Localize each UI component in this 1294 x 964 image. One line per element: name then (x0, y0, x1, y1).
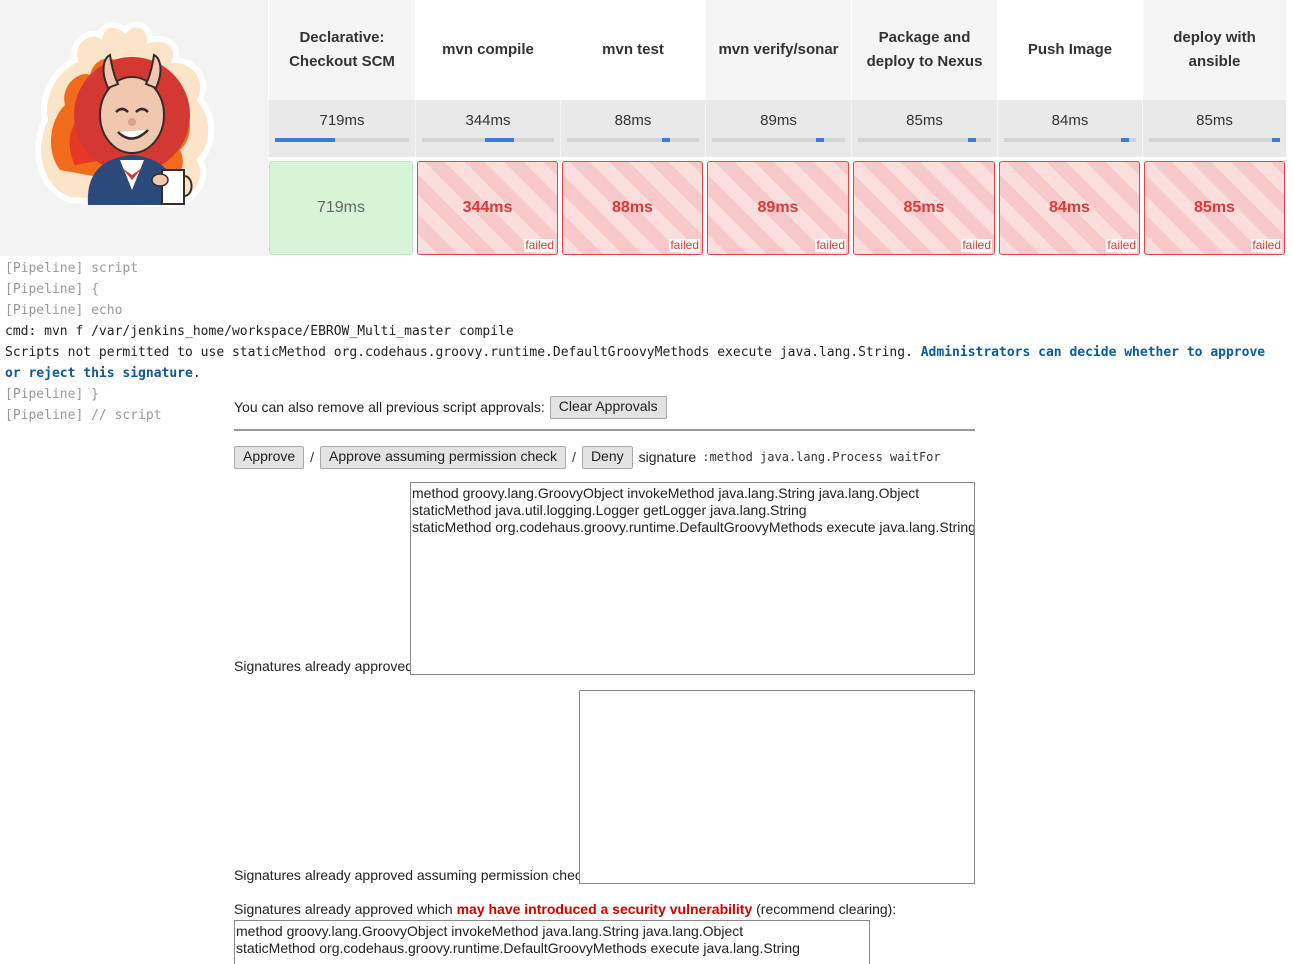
cell-duration: 84ms (1049, 199, 1090, 216)
console-line: [Pipeline] echo (5, 303, 123, 318)
duration-bar-fill (485, 138, 515, 142)
stage-duration-4: 85ms (851, 100, 997, 157)
stage-duration-6: 85ms (1142, 100, 1286, 157)
stage-duration-2: 88ms (560, 100, 705, 157)
duration-bar-fill (275, 138, 336, 142)
console-line: [Pipeline] { (5, 282, 99, 297)
duration-text: 719ms (319, 112, 365, 129)
duration-bar-fill (1121, 138, 1130, 142)
stage-cell-checkout-scm[interactable]: 719ms (269, 161, 413, 255)
duration-bar-fill (815, 138, 824, 142)
stage-duration-5: 84ms (997, 100, 1142, 157)
stage-header-package-nexus[interactable]: Package and deploy to Nexus (851, 0, 997, 100)
approved-label: Signatures already approved: (234, 658, 417, 674)
jenkins-devil-logo-icon (35, 21, 215, 209)
stage-cell-package-nexus[interactable]: 85ms failed (853, 161, 995, 255)
vuln-suffix: (recommend clearing): (752, 901, 897, 917)
error-end: . (192, 366, 201, 381)
console-cmd-line: cmd: mvn f /var/jenkins_home/workspace/E… (5, 324, 514, 339)
console-error: Scripts not permitted to use staticMetho… (5, 342, 1285, 384)
stage-name: mvn compile (442, 41, 534, 58)
stage-cell-push-image[interactable]: 84ms failed (999, 161, 1140, 255)
duration-bar-fill (662, 138, 670, 142)
stage-header-mvn-compile[interactable]: mvn compile (415, 0, 560, 100)
approved-assuming-textarea[interactable] (579, 690, 975, 884)
failed-label: failed (524, 238, 555, 252)
cell-duration: 88ms (612, 199, 653, 216)
approve-assuming-button[interactable]: Approve assuming permission check (320, 445, 567, 469)
clear-approvals-button[interactable]: Clear Approvals (549, 395, 667, 419)
duration-bar (275, 138, 409, 142)
stage-header-mvn-verify[interactable]: mvn verify/sonar (705, 0, 851, 100)
duration-text: 85ms (906, 112, 943, 129)
duration-bar (1004, 138, 1136, 142)
duration-text: 85ms (1196, 112, 1233, 129)
separator: / (310, 449, 315, 465)
vulnerable-label: Signatures already approved which may ha… (234, 901, 896, 917)
deny-button[interactable]: Deny (581, 445, 633, 469)
stage-cell-deploy-ansible[interactable]: 85ms failed (1144, 161, 1285, 255)
approve-button[interactable]: Approve (234, 445, 305, 469)
stage-cell-mvn-verify[interactable]: 89ms failed (707, 161, 849, 255)
duration-bar (422, 138, 554, 142)
vuln-prefix: Signatures already approved which (234, 901, 457, 917)
approval-actions: Approve / Approve assuming permission ch… (234, 445, 941, 469)
stage-duration-0: 719ms (268, 100, 415, 157)
vuln-warning: may have introduced a security vulnerabi… (456, 901, 753, 917)
form-divider (234, 429, 975, 431)
stage-header-deploy-ansible[interactable]: deploy with ansible (1142, 0, 1286, 100)
failed-label: failed (669, 238, 700, 252)
stage-name: deploy with ansible (1173, 29, 1256, 70)
stage-header-push-image[interactable]: Push Image (997, 0, 1142, 100)
stage-header-mvn-test[interactable]: mvn test (560, 0, 705, 100)
stage-cell-mvn-compile[interactable]: 344ms failed (417, 161, 558, 255)
console-line: [Pipeline] script (5, 261, 139, 276)
duration-text: 344ms (465, 112, 511, 129)
signature-label: signature (638, 449, 697, 465)
failed-label: failed (961, 238, 992, 252)
remove-approvals-text: You can also remove all previous script … (234, 399, 545, 415)
duration-bar-fill (1272, 138, 1280, 142)
failed-label: failed (1106, 238, 1137, 252)
stage-duration-1: 344ms (415, 100, 560, 157)
stage-header-checkout-scm[interactable]: Declarative: Checkout SCM (268, 0, 415, 100)
duration-text: 84ms (1051, 112, 1089, 129)
separator: / (572, 449, 576, 465)
duration-bar (712, 138, 845, 142)
approved-signatures-textarea[interactable]: method groovy.lang.GroovyObject invokeMe… (410, 482, 975, 675)
stage-name: mvn test (602, 41, 664, 58)
cell-duration: 89ms (757, 199, 799, 216)
signature-value: :method java.lang.Process waitFor (702, 450, 941, 464)
remove-approvals-row: You can also remove all previous script … (234, 395, 667, 419)
cell-duration: 719ms (316, 199, 366, 216)
stage-duration-3: 89ms (705, 100, 851, 157)
vulnerable-signatures-textarea[interactable]: method groovy.lang.GroovyObject invokeMe… (234, 920, 870, 964)
duration-bar-fill (968, 138, 977, 142)
failed-label: failed (815, 238, 846, 252)
stage-name: Package and deploy to Nexus (866, 29, 983, 70)
approved-assuming-label: Signatures already approved assuming per… (234, 867, 593, 883)
stage-cell-mvn-test[interactable]: 88ms failed (562, 161, 703, 255)
cell-duration: 344ms (462, 199, 513, 216)
duration-text: 89ms (760, 112, 797, 129)
error-text: Scripts not permitted to use staticMetho… (5, 345, 913, 360)
duration-bar (858, 138, 991, 142)
logo-panel (0, 0, 268, 256)
cell-duration: 85ms (1194, 199, 1235, 216)
stage-name: mvn verify/sonar (718, 41, 839, 58)
cell-duration: 85ms (903, 199, 945, 216)
stage-name: Declarative: Checkout SCM (289, 29, 395, 70)
duration-text: 88ms (614, 112, 652, 129)
failed-label: failed (1251, 238, 1282, 252)
duration-bar (1149, 138, 1280, 142)
duration-bar (567, 138, 699, 142)
stage-name: Push Image (1027, 41, 1113, 58)
